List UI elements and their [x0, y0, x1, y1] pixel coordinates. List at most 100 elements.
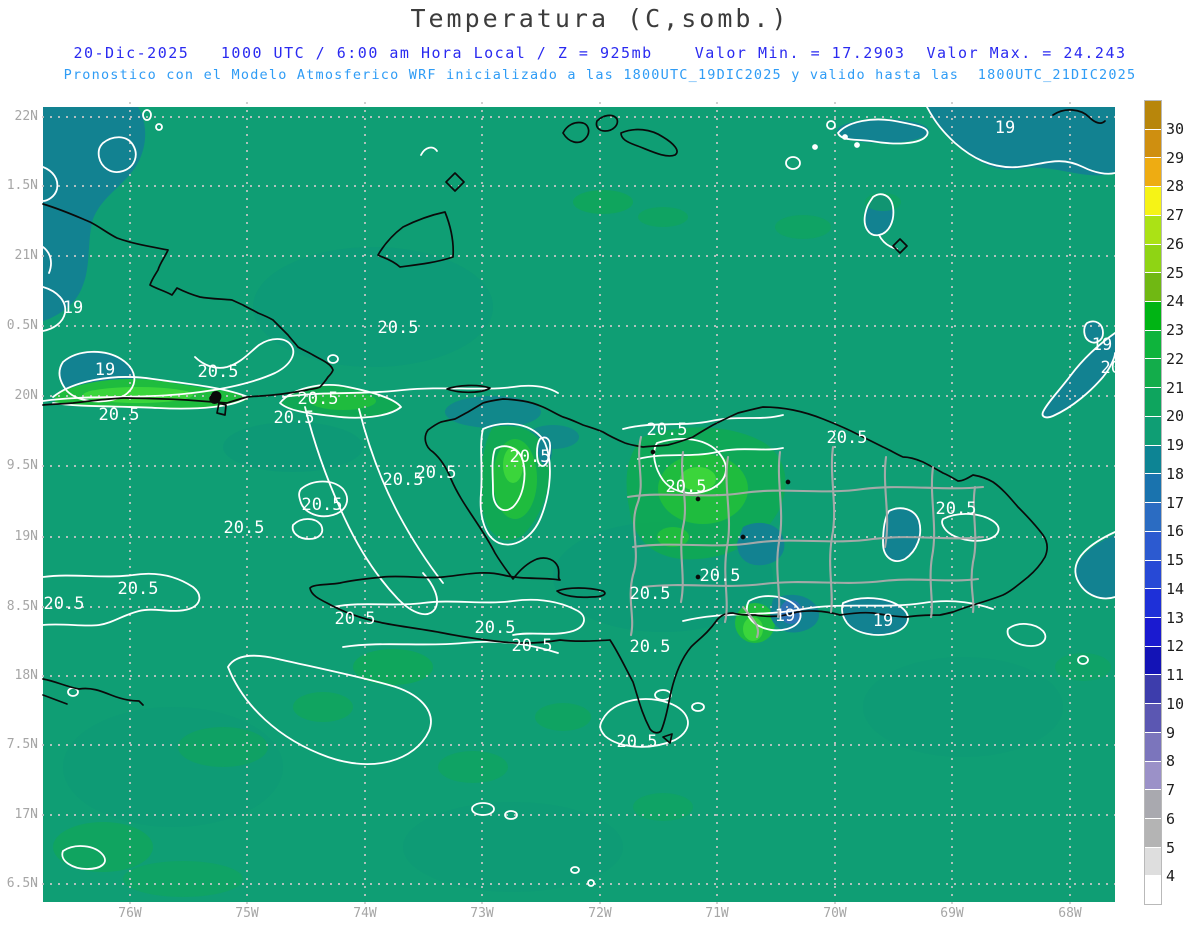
shade-patch	[633, 793, 693, 821]
lat-tick-label: 21N	[14, 248, 38, 263]
page-title: Temperatura (C,somb.)	[410, 4, 790, 33]
colorbar-tick-label: 20	[1166, 407, 1185, 426]
terrain-dot	[785, 479, 791, 485]
colorbar-block	[1145, 445, 1161, 474]
contour-value-label: 19	[775, 606, 795, 626]
colorbar-block	[1145, 531, 1161, 560]
lon-tick-label: 72W	[588, 906, 612, 921]
colorbar-block	[1145, 359, 1161, 388]
lat-tick-label: 17N	[14, 807, 38, 822]
contour-line	[812, 144, 818, 150]
contour-value-label: 20.5	[1101, 358, 1142, 378]
lat-tick-label: 7.5N	[6, 737, 38, 752]
colorbar-block	[1145, 876, 1161, 905]
shade-patch	[438, 751, 508, 783]
colorbar-block	[1145, 675, 1161, 704]
contour-value-label: 19	[63, 298, 83, 318]
colorbar-tick-label: 4	[1166, 867, 1176, 886]
colorbar-tick-label: 15	[1166, 551, 1185, 569]
colorbar-block	[1145, 388, 1161, 416]
colorbar-block	[1145, 790, 1161, 818]
colorbar-tick-label: 21	[1166, 378, 1185, 397]
shade-patch	[223, 422, 363, 472]
colorbar-tick-label: 25	[1166, 263, 1185, 282]
contour-value-label: 20.5	[666, 477, 707, 497]
lon-tick-label: 70W	[823, 906, 847, 921]
colorbar-block	[1145, 158, 1161, 187]
terrain-dot	[650, 449, 656, 455]
colorbar-tick-label: 28	[1166, 177, 1185, 196]
shade-patch	[253, 247, 493, 367]
contour-value-label: 20.5	[302, 495, 343, 515]
lat-tick-label: 6.5N	[6, 876, 38, 891]
lon-tick-label: 73W	[470, 906, 494, 921]
contour-value-label: 20.5	[510, 447, 551, 467]
shade-patch	[775, 215, 831, 239]
contour-value-label: 20.5	[700, 566, 741, 586]
colorbar-tick-label: 27	[1166, 206, 1185, 224]
colorbar-tick-label: 17	[1166, 493, 1185, 512]
contour-value-label: 19	[995, 118, 1015, 138]
contour-value-label: 20.5	[617, 732, 658, 752]
valid-time-line: 20-Dic-2025 1000 UTC / 6:00 am Hora Loca…	[73, 44, 1127, 62]
colorbar-tick-label: 10	[1166, 694, 1185, 713]
contour-value-label: 20.5	[475, 618, 516, 638]
colorbar-tick-label: 12	[1166, 637, 1185, 656]
colorbar-block	[1145, 416, 1161, 445]
colorbar-block	[1145, 560, 1161, 589]
colorbar-tick-label: 23	[1166, 321, 1185, 339]
shade-patch	[535, 703, 591, 731]
lon-tick-label: 74W	[353, 906, 377, 921]
colorbar-tick-label: 24	[1166, 292, 1185, 311]
shade-patch	[123, 861, 243, 897]
colorbar-block	[1145, 101, 1161, 129]
colorbar-tick-label: 9	[1166, 723, 1176, 742]
contour-value-label: 20.5	[827, 428, 868, 448]
contour-value-label: 20.5	[335, 609, 376, 629]
colorbar-block	[1145, 215, 1161, 244]
colorbar-tick-label: 6	[1166, 809, 1176, 828]
colorbar-block	[1145, 273, 1161, 302]
colorbar-tick-label: 26	[1166, 234, 1185, 253]
lat-tick-label: 18N	[14, 668, 38, 683]
colorbar-tick-label: 19	[1166, 436, 1185, 454]
lat-tick-label: 9.5N	[6, 458, 38, 473]
colorbar-block	[1145, 847, 1161, 876]
colorbar-tick-label: 16	[1166, 522, 1185, 541]
contour-value-label: 20.5	[936, 499, 977, 519]
colorbar-block	[1145, 732, 1161, 761]
contour-value-label: 20.5	[44, 594, 85, 614]
terrain-dot	[695, 496, 701, 502]
colorbar-block	[1145, 818, 1161, 847]
contour-line	[842, 134, 848, 140]
contour-value-label: 20.5	[383, 470, 424, 490]
lat-tick-label: 20N	[14, 388, 38, 403]
colorbar-block	[1145, 704, 1161, 732]
lon-tick-label: 76W	[118, 906, 142, 921]
colorbar-block	[1145, 646, 1161, 675]
colorbar-tick-label: 29	[1166, 148, 1185, 167]
temperature-map-svg: 1919191919 1920.520.520.520.520.520.520.5…	[34, 102, 1141, 907]
model-run-line: Pronostico con el Modelo Atmosferico WRF…	[63, 67, 1137, 83]
colorbar-tick-label: 22	[1166, 349, 1185, 368]
contour-value-label: 19	[873, 611, 893, 631]
colorbar-block	[1145, 617, 1161, 646]
colorbar-block	[1145, 244, 1161, 273]
contour-line	[854, 142, 860, 148]
shade-patch	[63, 707, 283, 827]
map-canvas: 19 19 19 19 19 19 20.5 20.5 20.5 20.5 20.5 20.5 20.5…	[34, 102, 1141, 907]
lon-tick-label: 68W	[1058, 906, 1082, 921]
colorbar-tick-label: 13	[1166, 608, 1185, 627]
colorbar-tick-label: 11	[1166, 666, 1185, 684]
colorbar-block	[1145, 129, 1161, 158]
contour-value-label: 20.5	[512, 636, 553, 656]
lon-tick-label: 71W	[705, 906, 729, 921]
shade-patch	[573, 190, 633, 214]
weather-forecast-map-page: Temperatura (C,somb.) 20-Dic-2025 1000 U…	[0, 0, 1200, 927]
colorbar-block	[1145, 589, 1161, 617]
shade-patch	[293, 692, 353, 722]
shade-patch	[863, 657, 1063, 757]
terrain-dot	[740, 534, 746, 540]
lon-tick-label: 75W	[235, 906, 259, 921]
contour-value-label: 20.5	[118, 579, 159, 599]
